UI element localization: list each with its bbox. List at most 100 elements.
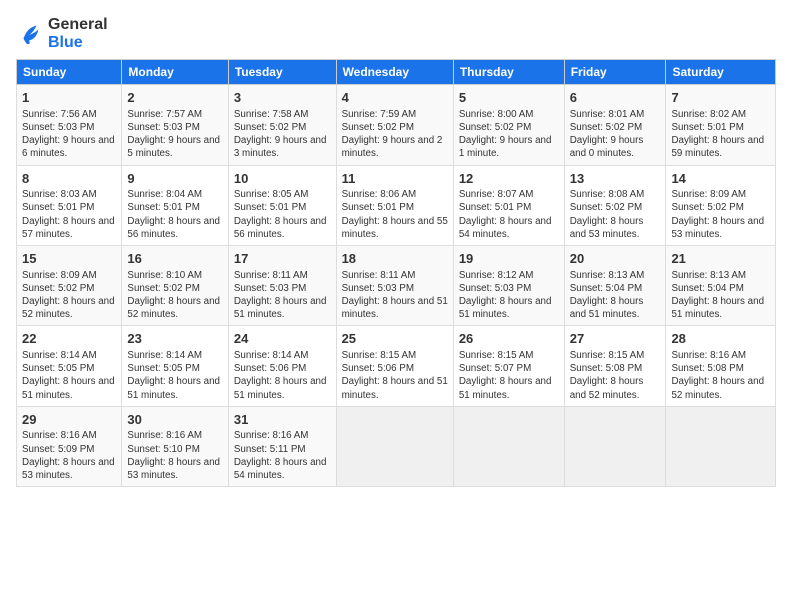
- calendar-container: General Blue SundayMondayTuesdayWednesda…: [0, 0, 792, 497]
- col-header-wednesday: Wednesday: [336, 60, 453, 85]
- day-number: 31: [234, 411, 331, 429]
- day-info: Sunrise: 8:08 AMSunset: 5:02 PMDaylight:…: [570, 188, 661, 241]
- day-cell: 17Sunrise: 8:11 AMSunset: 5:03 PMDayligh…: [228, 246, 336, 326]
- day-info: Sunrise: 8:16 AMSunset: 5:10 PMDaylight:…: [127, 429, 222, 482]
- day-cell: 30Sunrise: 8:16 AMSunset: 5:10 PMDayligh…: [122, 406, 228, 486]
- day-info: Sunrise: 8:13 AMSunset: 5:04 PMDaylight:…: [570, 269, 661, 322]
- week-row-3: 15Sunrise: 8:09 AMSunset: 5:02 PMDayligh…: [17, 246, 776, 326]
- day-info: Sunrise: 8:14 AMSunset: 5:06 PMDaylight:…: [234, 349, 331, 402]
- day-info: Sunrise: 8:11 AMSunset: 5:03 PMDaylight:…: [342, 269, 448, 322]
- day-number: 26: [459, 330, 559, 348]
- header-row: SundayMondayTuesdayWednesdayThursdayFrid…: [17, 60, 776, 85]
- col-header-friday: Friday: [564, 60, 666, 85]
- day-info: Sunrise: 8:14 AMSunset: 5:05 PMDaylight:…: [22, 349, 116, 402]
- day-cell: [564, 406, 666, 486]
- day-info: Sunrise: 8:15 AMSunset: 5:06 PMDaylight:…: [342, 349, 448, 402]
- day-cell: 2Sunrise: 7:57 AMSunset: 5:03 PMDaylight…: [122, 85, 228, 165]
- day-info: Sunrise: 8:14 AMSunset: 5:05 PMDaylight:…: [127, 349, 222, 402]
- day-cell: 14Sunrise: 8:09 AMSunset: 5:02 PMDayligh…: [666, 165, 776, 245]
- logo-icon: [16, 20, 44, 48]
- day-cell: 28Sunrise: 8:16 AMSunset: 5:08 PMDayligh…: [666, 326, 776, 406]
- day-cell: 21Sunrise: 8:13 AMSunset: 5:04 PMDayligh…: [666, 246, 776, 326]
- day-cell: 7Sunrise: 8:02 AMSunset: 5:01 PMDaylight…: [666, 85, 776, 165]
- day-cell: 3Sunrise: 7:58 AMSunset: 5:02 PMDaylight…: [228, 85, 336, 165]
- col-header-sunday: Sunday: [17, 60, 122, 85]
- col-header-monday: Monday: [122, 60, 228, 85]
- logo-text: General Blue: [48, 16, 108, 51]
- day-number: 28: [671, 330, 770, 348]
- day-number: 23: [127, 330, 222, 348]
- day-cell: 29Sunrise: 8:16 AMSunset: 5:09 PMDayligh…: [17, 406, 122, 486]
- header: General Blue: [16, 16, 776, 51]
- day-cell: 13Sunrise: 8:08 AMSunset: 5:02 PMDayligh…: [564, 165, 666, 245]
- day-number: 2: [127, 89, 222, 107]
- day-cell: 31Sunrise: 8:16 AMSunset: 5:11 PMDayligh…: [228, 406, 336, 486]
- day-cell: 12Sunrise: 8:07 AMSunset: 5:01 PMDayligh…: [453, 165, 564, 245]
- day-info: Sunrise: 8:13 AMSunset: 5:04 PMDaylight:…: [671, 269, 770, 322]
- day-cell: 4Sunrise: 7:59 AMSunset: 5:02 PMDaylight…: [336, 85, 453, 165]
- day-number: 6: [570, 89, 661, 107]
- day-number: 19: [459, 250, 559, 268]
- day-number: 21: [671, 250, 770, 268]
- day-info: Sunrise: 8:16 AMSunset: 5:08 PMDaylight:…: [671, 349, 770, 402]
- day-info: Sunrise: 8:09 AMSunset: 5:02 PMDaylight:…: [22, 269, 116, 322]
- day-info: Sunrise: 8:15 AMSunset: 5:08 PMDaylight:…: [570, 349, 661, 402]
- day-cell: 16Sunrise: 8:10 AMSunset: 5:02 PMDayligh…: [122, 246, 228, 326]
- week-row-2: 8Sunrise: 8:03 AMSunset: 5:01 PMDaylight…: [17, 165, 776, 245]
- day-number: 9: [127, 170, 222, 188]
- week-row-5: 29Sunrise: 8:16 AMSunset: 5:09 PMDayligh…: [17, 406, 776, 486]
- day-number: 1: [22, 89, 116, 107]
- day-cell: [453, 406, 564, 486]
- day-cell: 5Sunrise: 8:00 AMSunset: 5:02 PMDaylight…: [453, 85, 564, 165]
- day-info: Sunrise: 8:10 AMSunset: 5:02 PMDaylight:…: [127, 269, 222, 322]
- day-number: 29: [22, 411, 116, 429]
- day-number: 22: [22, 330, 116, 348]
- day-number: 13: [570, 170, 661, 188]
- day-number: 16: [127, 250, 222, 268]
- day-number: 11: [342, 170, 448, 188]
- day-number: 7: [671, 89, 770, 107]
- day-number: 30: [127, 411, 222, 429]
- day-cell: 22Sunrise: 8:14 AMSunset: 5:05 PMDayligh…: [17, 326, 122, 406]
- day-number: 5: [459, 89, 559, 107]
- day-cell: [666, 406, 776, 486]
- col-header-saturday: Saturday: [666, 60, 776, 85]
- day-cell: 10Sunrise: 8:05 AMSunset: 5:01 PMDayligh…: [228, 165, 336, 245]
- col-header-tuesday: Tuesday: [228, 60, 336, 85]
- day-info: Sunrise: 8:02 AMSunset: 5:01 PMDaylight:…: [671, 108, 770, 161]
- day-cell: 24Sunrise: 8:14 AMSunset: 5:06 PMDayligh…: [228, 326, 336, 406]
- day-info: Sunrise: 8:04 AMSunset: 5:01 PMDaylight:…: [127, 188, 222, 241]
- day-info: Sunrise: 7:57 AMSunset: 5:03 PMDaylight:…: [127, 108, 222, 161]
- day-info: Sunrise: 8:03 AMSunset: 5:01 PMDaylight:…: [22, 188, 116, 241]
- day-info: Sunrise: 8:01 AMSunset: 5:02 PMDaylight:…: [570, 108, 661, 161]
- day-number: 12: [459, 170, 559, 188]
- day-cell: 8Sunrise: 8:03 AMSunset: 5:01 PMDaylight…: [17, 165, 122, 245]
- day-info: Sunrise: 8:11 AMSunset: 5:03 PMDaylight:…: [234, 269, 331, 322]
- day-cell: 18Sunrise: 8:11 AMSunset: 5:03 PMDayligh…: [336, 246, 453, 326]
- day-number: 18: [342, 250, 448, 268]
- day-info: Sunrise: 7:58 AMSunset: 5:02 PMDaylight:…: [234, 108, 331, 161]
- day-info: Sunrise: 8:06 AMSunset: 5:01 PMDaylight:…: [342, 188, 448, 241]
- col-header-thursday: Thursday: [453, 60, 564, 85]
- day-number: 15: [22, 250, 116, 268]
- logo: General Blue: [16, 16, 108, 51]
- day-cell: 15Sunrise: 8:09 AMSunset: 5:02 PMDayligh…: [17, 246, 122, 326]
- day-number: 10: [234, 170, 331, 188]
- day-info: Sunrise: 7:56 AMSunset: 5:03 PMDaylight:…: [22, 108, 116, 161]
- week-row-4: 22Sunrise: 8:14 AMSunset: 5:05 PMDayligh…: [17, 326, 776, 406]
- day-number: 8: [22, 170, 116, 188]
- day-cell: 6Sunrise: 8:01 AMSunset: 5:02 PMDaylight…: [564, 85, 666, 165]
- day-cell: [336, 406, 453, 486]
- day-cell: 26Sunrise: 8:15 AMSunset: 5:07 PMDayligh…: [453, 326, 564, 406]
- day-number: 3: [234, 89, 331, 107]
- day-number: 20: [570, 250, 661, 268]
- week-row-1: 1Sunrise: 7:56 AMSunset: 5:03 PMDaylight…: [17, 85, 776, 165]
- day-info: Sunrise: 8:09 AMSunset: 5:02 PMDaylight:…: [671, 188, 770, 241]
- day-cell: 19Sunrise: 8:12 AMSunset: 5:03 PMDayligh…: [453, 246, 564, 326]
- day-cell: 20Sunrise: 8:13 AMSunset: 5:04 PMDayligh…: [564, 246, 666, 326]
- day-number: 17: [234, 250, 331, 268]
- day-cell: 27Sunrise: 8:15 AMSunset: 5:08 PMDayligh…: [564, 326, 666, 406]
- day-info: Sunrise: 8:00 AMSunset: 5:02 PMDaylight:…: [459, 108, 559, 161]
- day-info: Sunrise: 8:16 AMSunset: 5:11 PMDaylight:…: [234, 429, 331, 482]
- day-cell: 23Sunrise: 8:14 AMSunset: 5:05 PMDayligh…: [122, 326, 228, 406]
